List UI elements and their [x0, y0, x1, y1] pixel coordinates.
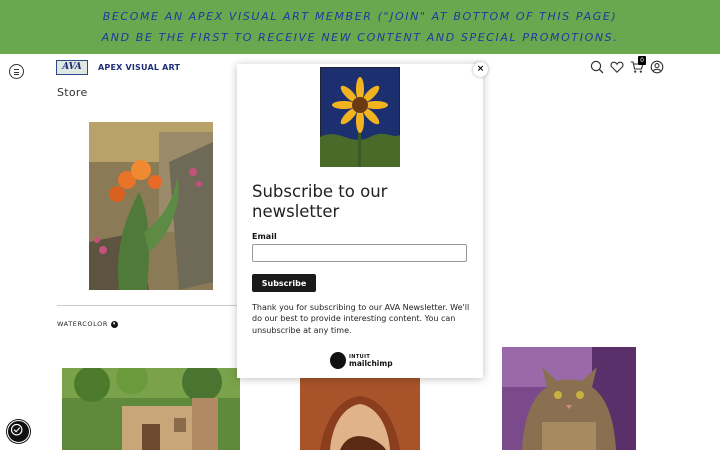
subscribe-button[interactable]: Subscribe: [252, 274, 316, 292]
account-icon[interactable]: [650, 60, 664, 74]
logo[interactable]: AVA: [56, 60, 88, 75]
search-icon[interactable]: [590, 60, 604, 74]
gallery-item-image[interactable]: [300, 378, 420, 450]
mailchimp-brand-name: mailchimp: [349, 359, 393, 368]
email-field[interactable]: [252, 244, 467, 262]
category-label: WATERCOLOR: [57, 320, 108, 328]
gallery-item-image[interactable]: [62, 368, 240, 450]
promo-banner[interactable]: BECOME AN APEX VISUAL ART MEMBER ("JOIN"…: [0, 0, 720, 54]
promo-line-1: BECOME AN APEX VISUAL ART MEMBER ("JOIN"…: [102, 10, 618, 23]
cart-count-badge: 0: [638, 56, 646, 65]
featured-artwork-image[interactable]: [89, 122, 213, 290]
modal-title: Subscribe to our newsletter: [252, 182, 388, 221]
heart-icon[interactable]: [610, 60, 624, 74]
promo-line-2: AND BE THE FIRST TO RECEIVE NEW CONTENT …: [101, 31, 619, 44]
chevron-down-icon[interactable]: ▾: [110, 320, 118, 328]
close-icon[interactable]: ×: [473, 62, 488, 77]
logo-text[interactable]: APEX VISUAL ART: [98, 63, 180, 72]
logo-mark: AVA: [62, 62, 82, 72]
modal-sunflower-image: [319, 66, 401, 168]
email-label: Email: [252, 232, 277, 241]
page-title: Store: [57, 86, 88, 99]
page: BECOME AN APEX VISUAL ART MEMBER ("JOIN"…: [0, 0, 720, 450]
menu-icon[interactable]: [9, 64, 24, 79]
mailchimp-icon: [330, 352, 346, 369]
category-filter[interactable]: WATERCOLOR ▾: [57, 320, 118, 328]
gallery-item-image[interactable]: [502, 347, 636, 450]
subscribe-disclaimer: Thank you for subscribing to our AVA New…: [252, 303, 470, 335]
section-divider: [57, 305, 237, 306]
accessibility-icon: [10, 423, 23, 436]
mailchimp-logo[interactable]: INTUIT mailchimp: [330, 352, 394, 370]
accessibility-button[interactable]: [7, 420, 30, 443]
